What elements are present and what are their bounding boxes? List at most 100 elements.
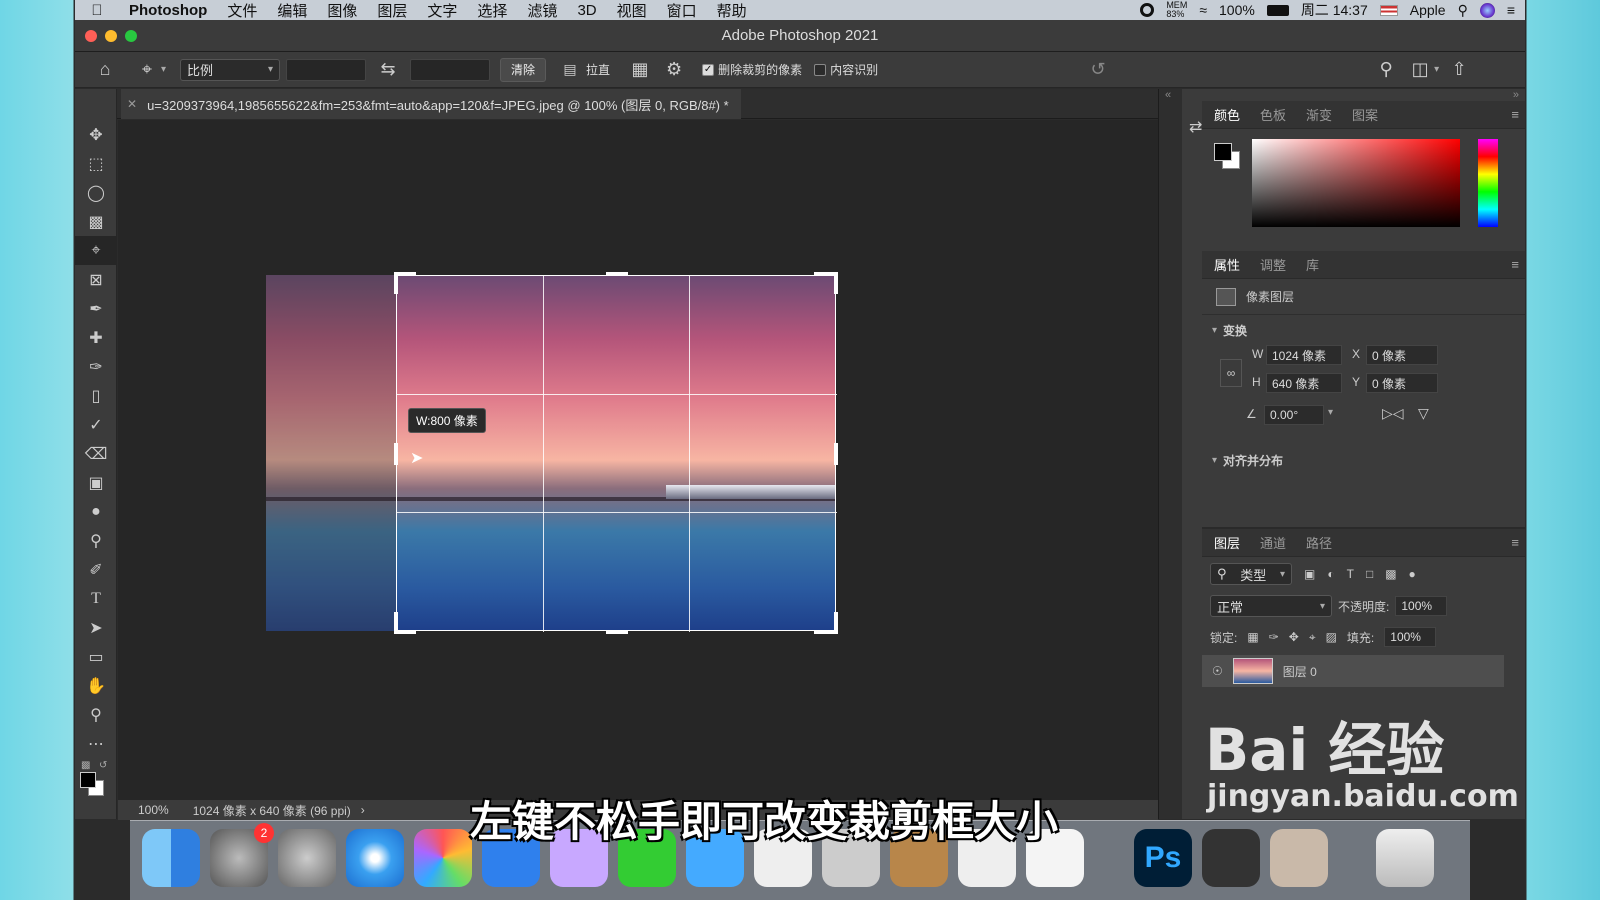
zoom-level[interactable]: 100% — [138, 803, 169, 817]
menubar-user[interactable]: Apple — [1410, 2, 1446, 18]
mem-monitor[interactable]: MEM 83% — [1166, 1, 1187, 19]
fill-input[interactable]: 100% — [1384, 627, 1437, 647]
home-icon[interactable]: ⌂ — [91, 59, 119, 80]
align-chevron-down-icon[interactable]: ▾ — [1212, 455, 1217, 466]
x-input[interactable]: 0 像素 — [1366, 345, 1438, 365]
link-icon[interactable]: ∞ — [1220, 359, 1242, 387]
lock-image-icon[interactable]: ✑ — [1269, 630, 1279, 644]
transform-chevron-down-icon[interactable]: ▾ — [1212, 325, 1217, 336]
transform-heading[interactable]: 变换 — [1223, 322, 1247, 339]
menu-help[interactable]: 帮助 — [707, 0, 757, 21]
history-panel-icon[interactable]: ⇄ — [1189, 117, 1202, 137]
expand-panels-icon[interactable]: » — [1513, 89, 1519, 101]
object-selection-tool-icon[interactable]: ▩ — [75, 207, 117, 236]
brush-tool-icon[interactable]: ✑ — [75, 352, 117, 381]
canvas-area[interactable]: W:800 像素 ➤ — [118, 120, 1158, 800]
flip-vertical-icon[interactable]: ▽ — [1418, 405, 1429, 422]
menu-3d[interactable]: 3D — [567, 2, 606, 19]
battery-icon[interactable] — [1266, 4, 1289, 16]
tab-properties[interactable]: 属性 — [1214, 255, 1240, 274]
filter-toggle-icon[interactable]: ● — [1409, 567, 1416, 581]
photos-icon[interactable] — [414, 829, 472, 887]
blend-mode-select[interactable]: 正常 ▾ — [1210, 595, 1332, 617]
close-window-icon[interactable] — [85, 30, 97, 42]
swap-colors-icon[interactable]: ↺ — [99, 760, 107, 771]
straighten-icon[interactable]: ▤ — [556, 61, 584, 78]
clear-button[interactable]: 清除 — [500, 57, 547, 82]
reset-icon[interactable]: ↺ — [1084, 59, 1112, 80]
flip-horizontal-icon[interactable]: ▷◁ — [1382, 405, 1404, 422]
lock-position-icon[interactable]: ✥ — [1289, 630, 1299, 644]
menu-app-name[interactable]: Photoshop — [119, 2, 217, 19]
default-colors-icon[interactable]: ▩ — [81, 760, 90, 771]
document-tab[interactable]: ✕ u=3209373964,1985655622&fm=253&fmt=aut… — [121, 89, 741, 119]
control-center-icon[interactable]: ≡ — [1507, 2, 1515, 18]
menu-image[interactable]: 图像 — [317, 0, 367, 21]
finder-icon[interactable] — [142, 829, 200, 887]
status-chevron-right-icon[interactable]: › — [361, 803, 365, 817]
tab-gradients[interactable]: 渐变 — [1306, 105, 1332, 124]
path-selection-tool-icon[interactable]: ➤ — [75, 613, 117, 642]
search-icon[interactable]: ⚲ — [1372, 59, 1400, 80]
delete-cropped-pixels-checkbox[interactable]: ✓ 删除裁剪的像素 — [702, 61, 802, 78]
tab-paths[interactable]: 路径 — [1306, 533, 1332, 552]
filter-pixel-icon[interactable]: ▣ — [1304, 567, 1315, 581]
crop-handle-left[interactable] — [394, 443, 398, 465]
healing-brush-tool-icon[interactable]: ✚ — [75, 323, 117, 352]
collapse-panels-icon[interactable]: « — [1165, 89, 1171, 101]
spotlight-search-icon[interactable]: ⚲ — [1458, 2, 1468, 19]
safari-icon[interactable] — [346, 829, 404, 887]
gear-icon[interactable]: ⚙ — [660, 59, 688, 80]
filter-adjustment-icon[interactable]: ◐ — [1327, 567, 1334, 581]
crop-box[interactable] — [396, 275, 837, 632]
launchpad-icon[interactable] — [278, 829, 336, 887]
filter-shape-icon[interactable]: □ — [1366, 567, 1373, 581]
eraser-tool-icon[interactable]: ⌫ — [75, 439, 117, 468]
document-image[interactable] — [266, 272, 838, 634]
y-input[interactable]: 0 像素 — [1366, 373, 1438, 393]
tab-layers[interactable]: 图层 — [1214, 533, 1240, 552]
trash-icon[interactable] — [1376, 829, 1434, 887]
ratio-select[interactable]: 比例 ▾ — [180, 58, 281, 81]
minimize-window-icon[interactable] — [105, 30, 117, 42]
menu-select[interactable]: 选择 — [467, 0, 517, 21]
layer-row[interactable]: ☉ 图层 0 — [1202, 655, 1504, 687]
lock-transparency-icon[interactable]: ▦ — [1247, 630, 1258, 644]
eyedropper-tool-icon[interactable]: ✒ — [75, 294, 117, 323]
lock-all-icon[interactable]: ▨ — [1326, 630, 1337, 644]
crop-tool-icon[interactable]: ⌖ — [75, 236, 117, 265]
tab-channels[interactable]: 通道 — [1260, 533, 1286, 552]
filter-smart-object-icon[interactable]: ▩ — [1385, 567, 1396, 581]
dodge-tool-icon[interactable]: ⚲ — [75, 526, 117, 555]
workspace-chevron-down-icon[interactable]: ▾ — [1434, 64, 1439, 75]
tab-patterns[interactable]: 图案 — [1352, 105, 1378, 124]
angle-chevron-down-icon[interactable]: ▾ — [1328, 407, 1333, 418]
panel-menu-icon[interactable]: ≡ — [1511, 107, 1519, 122]
apple-menu-icon[interactable]:  — [75, 2, 119, 19]
zoom-window-icon[interactable] — [125, 30, 137, 42]
panel-menu-icon[interactable]: ≡ — [1511, 257, 1519, 272]
clone-stamp-tool-icon[interactable]: ▯ — [75, 381, 117, 410]
straighten-button[interactable]: 拉直 — [586, 61, 610, 78]
record-icon[interactable] — [1140, 3, 1155, 17]
crop-tool-preset-icon[interactable]: ⌖ — [133, 59, 161, 80]
close-tab-icon[interactable]: ✕ — [127, 97, 137, 111]
document-info[interactable]: 1024 像素 x 640 像素 (96 ppi) — [193, 802, 351, 819]
tab-adjustments[interactable]: 调整 — [1260, 255, 1286, 274]
tab-libraries[interactable]: 库 — [1306, 255, 1319, 274]
blur-tool-icon[interactable]: ● — [75, 497, 117, 526]
hand-tool-icon[interactable]: ✋ — [75, 671, 117, 700]
system-preferences-icon[interactable]: 2 — [210, 823, 274, 887]
frame-tool-icon[interactable]: ⊠ — [75, 265, 117, 294]
marquee-tool-icon[interactable]: ⬚ — [75, 149, 117, 178]
wifi-icon[interactable]: ≈ — [1199, 2, 1207, 18]
opacity-input[interactable]: 100% — [1395, 596, 1448, 616]
crop-handle-top-right[interactable] — [834, 272, 838, 294]
type-tool-icon[interactable]: T — [75, 584, 117, 613]
photoshop-dock-icon[interactable]: Ps — [1134, 829, 1192, 887]
menu-view[interactable]: 视图 — [607, 0, 657, 21]
crop-handle-bottom[interactable] — [606, 630, 628, 634]
angle-input[interactable]: 0.00° — [1264, 405, 1324, 425]
quicktime-icon[interactable] — [1202, 829, 1260, 887]
gradient-tool-icon[interactable]: ▣ — [75, 468, 117, 497]
